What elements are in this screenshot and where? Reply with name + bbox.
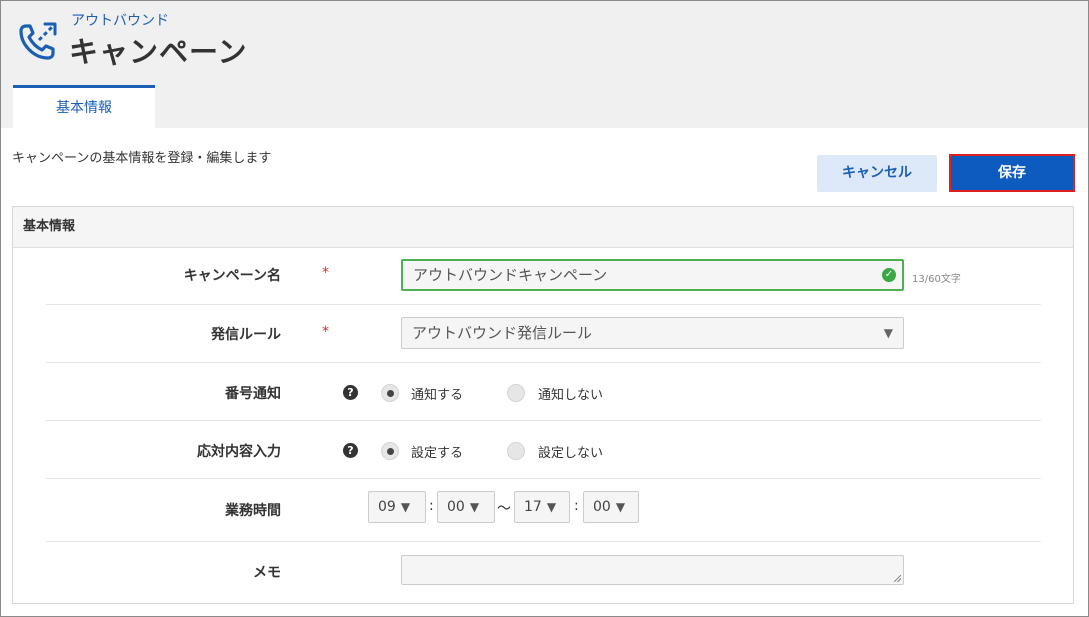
radio-notify-off[interactable] — [507, 384, 525, 402]
help-icon[interactable]: ? — [343, 385, 358, 400]
radio-notify-on[interactable] — [381, 384, 399, 402]
time-separator: : — [574, 498, 579, 514]
campaign-name-label: キャンペーン名 — [183, 268, 281, 284]
resize-handle-icon[interactable] — [894, 575, 901, 582]
row-campaign-name: キャンペーン名 * アウトバウンドキャンペーン ✓ 13/60文字 — [46, 247, 1041, 305]
char-counter: 13/60文字 — [912, 274, 961, 285]
end-hour-select[interactable]: 17 ▼ — [514, 491, 570, 523]
dropdown-arrow-icon: ▼ — [469, 500, 480, 514]
row-business-hours: 業務時間 09 ▼ : 00 ▼ ～ 17 ▼ : 00 ▼ — [46, 479, 1041, 542]
row-number-notify: 番号通知 ? 通知する 通知しない — [46, 363, 1041, 421]
row-response-input: 応対内容入力 ? 設定する 設定しない — [46, 421, 1041, 479]
time-separator: : — [429, 498, 434, 514]
call-rule-select[interactable]: アウトバウンド発信ルール ▼ — [401, 317, 904, 349]
required-mark: * — [322, 324, 329, 340]
radio-response-off[interactable] — [507, 442, 525, 460]
start-hour-select[interactable]: 09 ▼ — [368, 491, 426, 523]
start-minute-value: 00 — [447, 499, 465, 515]
memo-textarea[interactable] — [401, 555, 904, 585]
number-notify-label: 番号通知 — [225, 386, 281, 402]
tab-label: 基本情報 — [56, 100, 112, 116]
tab-basic-info[interactable]: 基本情報 — [13, 85, 155, 129]
required-mark: * — [322, 265, 329, 281]
campaign-name-input[interactable]: アウトバウンドキャンペーン ✓ — [401, 259, 904, 291]
dropdown-arrow-icon: ▼ — [546, 500, 557, 514]
end-minute-value: 00 — [593, 499, 611, 515]
page-header: アウトバウンド キャンペーン 基本情報 — [1, 1, 1088, 129]
dropdown-arrow-icon: ▼ — [400, 500, 411, 514]
business-hours-label: 業務時間 — [225, 503, 281, 519]
radio-response-on[interactable] — [381, 442, 399, 460]
row-memo: メモ — [46, 542, 1041, 602]
dropdown-arrow-icon: ▼ — [883, 326, 893, 340]
dropdown-arrow-icon: ▼ — [615, 500, 626, 514]
help-icon[interactable]: ? — [343, 443, 358, 458]
response-input-label: 応対内容入力 — [197, 444, 281, 460]
radio-response-on-label: 設定する — [411, 446, 464, 461]
section-title: 基本情報 — [13, 207, 1073, 248]
radio-notify-on-label: 通知する — [411, 388, 464, 403]
page-subtitle: アウトバウンド — [71, 13, 169, 29]
start-hour-value: 09 — [378, 499, 396, 515]
call-rule-label: 発信ルール — [211, 327, 281, 343]
page-title: キャンペーン — [69, 35, 248, 69]
radio-response-off-label: 設定しない — [538, 446, 604, 461]
range-separator: ～ — [497, 501, 511, 517]
campaign-name-value: アウトバウンドキャンペーン — [413, 266, 608, 284]
end-hour-value: 17 — [524, 499, 542, 515]
cancel-button[interactable]: キャンセル — [817, 155, 937, 192]
check-circle-icon: ✓ — [882, 268, 896, 282]
page-description: キャンペーンの基本情報を登録・編集します — [12, 151, 272, 166]
end-minute-select[interactable]: 00 ▼ — [583, 491, 639, 523]
radio-notify-off-label: 通知しない — [538, 388, 604, 403]
start-minute-select[interactable]: 00 ▼ — [437, 491, 495, 523]
phone-outbound-icon — [19, 22, 57, 60]
save-button[interactable]: 保存 — [949, 154, 1075, 192]
basic-info-panel: 基本情報 キャンペーン名 * アウトバウンドキャンペーン ✓ 13/60文字 発… — [12, 206, 1074, 604]
call-rule-value: アウトバウンド発信ルール — [412, 324, 593, 342]
row-call-rule: 発信ルール * アウトバウンド発信ルール ▼ — [46, 305, 1041, 363]
memo-label: メモ — [253, 565, 281, 581]
